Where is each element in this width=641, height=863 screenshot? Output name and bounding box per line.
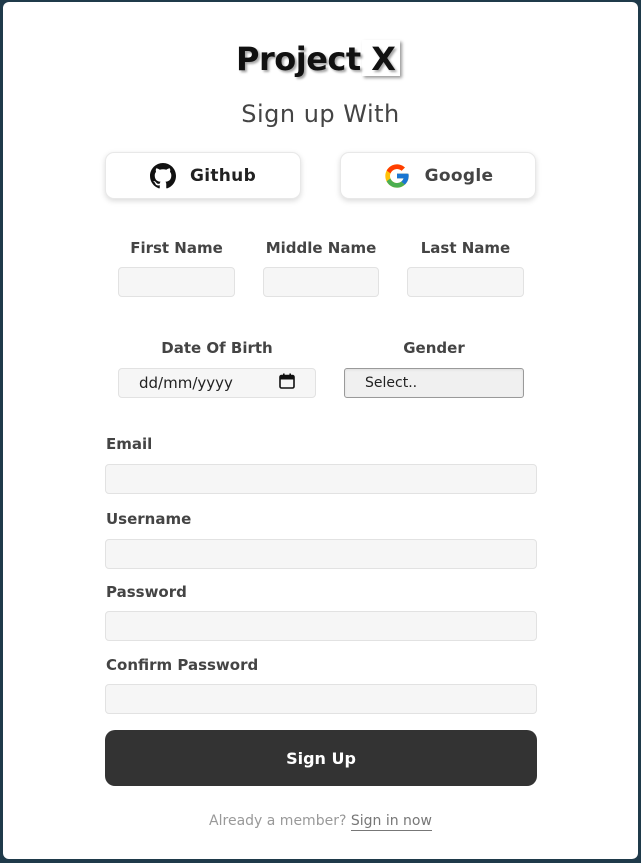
username-label: Username [106, 510, 192, 528]
confirm-password-input[interactable] [105, 684, 537, 714]
first-name-input[interactable] [118, 267, 235, 297]
gender-selected-value: Select.. [365, 375, 418, 391]
dob-input[interactable]: dd/mm/yyyy [118, 368, 316, 398]
github-label: Github [189, 165, 257, 186]
dob-label: Date Of Birth [161, 339, 273, 357]
signin-prompt: Already a member? Sign in now [0, 813, 641, 831]
gender-select[interactable]: Select.. [344, 368, 524, 398]
github-icon [149, 162, 176, 189]
already-member-text: Already a member? [209, 813, 347, 829]
confirm-password-label: Confirm Password [106, 656, 259, 674]
email-input[interactable] [105, 464, 537, 494]
google-icon [383, 162, 411, 190]
last-name-input[interactable] [407, 267, 524, 297]
page-title: Sign up With [241, 100, 400, 128]
sign-up-button[interactable]: Sign Up [105, 730, 537, 786]
username-input[interactable] [105, 539, 537, 569]
first-name-label: First Name [130, 239, 223, 257]
google-label: Google [424, 165, 494, 186]
password-label: Password [106, 583, 187, 601]
middle-name-input[interactable] [263, 267, 379, 297]
password-input[interactable] [105, 611, 537, 641]
gender-label: Gender [403, 339, 465, 357]
dob-placeholder: dd/mm/yyyy [139, 374, 233, 392]
calendar-icon[interactable] [279, 373, 295, 393]
last-name-label: Last Name [420, 239, 511, 257]
logo-frame [362, 40, 400, 76]
google-signup-button[interactable]: Google [340, 152, 536, 199]
middle-name-label: Middle Name [265, 239, 377, 257]
github-signup-button[interactable]: Github [105, 152, 301, 199]
email-label: Email [106, 435, 153, 453]
sign-in-link[interactable]: Sign in now [350, 813, 432, 831]
